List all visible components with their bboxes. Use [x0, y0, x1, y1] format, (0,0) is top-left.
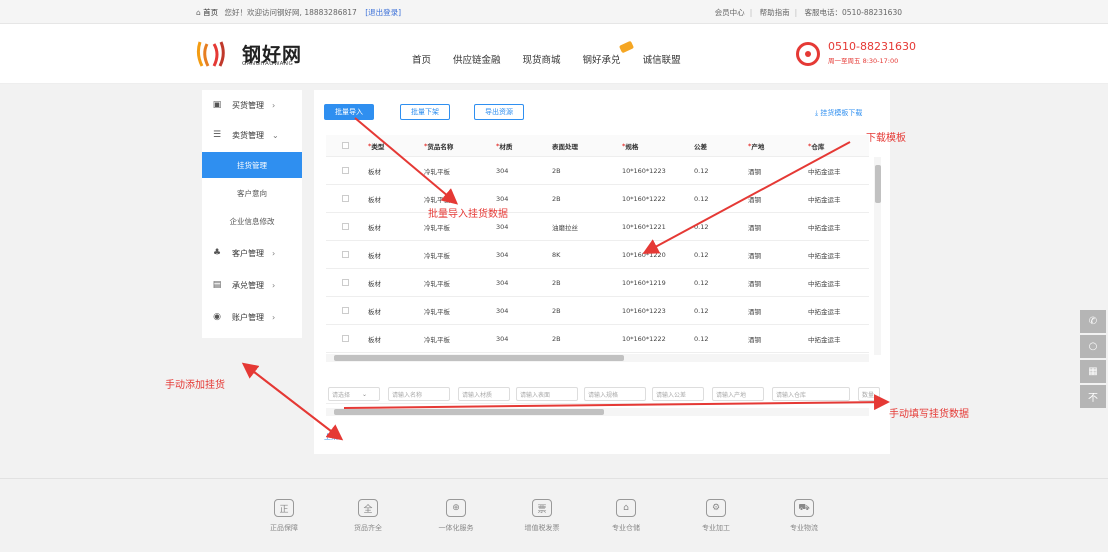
footer-label: 一体化服务 — [438, 524, 474, 532]
footer-icon: ⛟ — [794, 499, 814, 517]
footer-icon: ⚙ — [706, 499, 726, 517]
footer-label: 专业加工 — [702, 524, 730, 532]
arrow-batch-import — [354, 117, 459, 205]
floating-toolbar: ✆ ○ ▦ 不 — [1080, 310, 1106, 410]
footer-item: 全货品齐全 — [338, 499, 398, 533]
footer-icon: ⌂ — [616, 499, 636, 517]
footer-label: 正品保障 — [270, 524, 298, 532]
qrcode-icon[interactable]: ▦ — [1080, 360, 1106, 383]
footer-label: 专业仓储 — [612, 524, 640, 532]
footer-icon: ⊕ — [446, 499, 466, 517]
footer-label: 专业物流 — [790, 524, 818, 532]
footer-item: 票增值税发票 — [512, 499, 572, 533]
arrow-manual-fill — [343, 394, 890, 411]
footer-icon: 正 — [274, 499, 294, 517]
footer-item: ⛟ 专业物流 — [774, 499, 834, 533]
footer-label: 货品齐全 — [354, 524, 382, 532]
arrow-manual-add-up — [241, 362, 341, 439]
chat-icon[interactable]: ○ — [1080, 335, 1106, 358]
footer-label: 增值税发票 — [524, 524, 560, 532]
annotation-arrows — [241, 117, 890, 441]
footer-item: ⚙ 专业加工 — [686, 499, 746, 533]
footer-item: 正正品保障 — [254, 499, 314, 533]
top-icon[interactable]: 不 — [1080, 385, 1106, 408]
footer-icon: 票 — [532, 499, 552, 517]
footer-item: ⌂ 专业仓储 — [596, 499, 656, 533]
arrow-download-template — [642, 141, 851, 254]
footer-item: ⊕ 一体化服务 — [426, 499, 486, 533]
footer: 正正品保障全货品齐全 ⊕ 一体化服务票增值税发票 ⌂ 专业仓储 ⚙ 专业加工 ⛟ 专业物流 — [0, 478, 1108, 552]
phone-icon[interactable]: ✆ — [1080, 310, 1106, 333]
footer-icon: 全 — [358, 499, 378, 517]
